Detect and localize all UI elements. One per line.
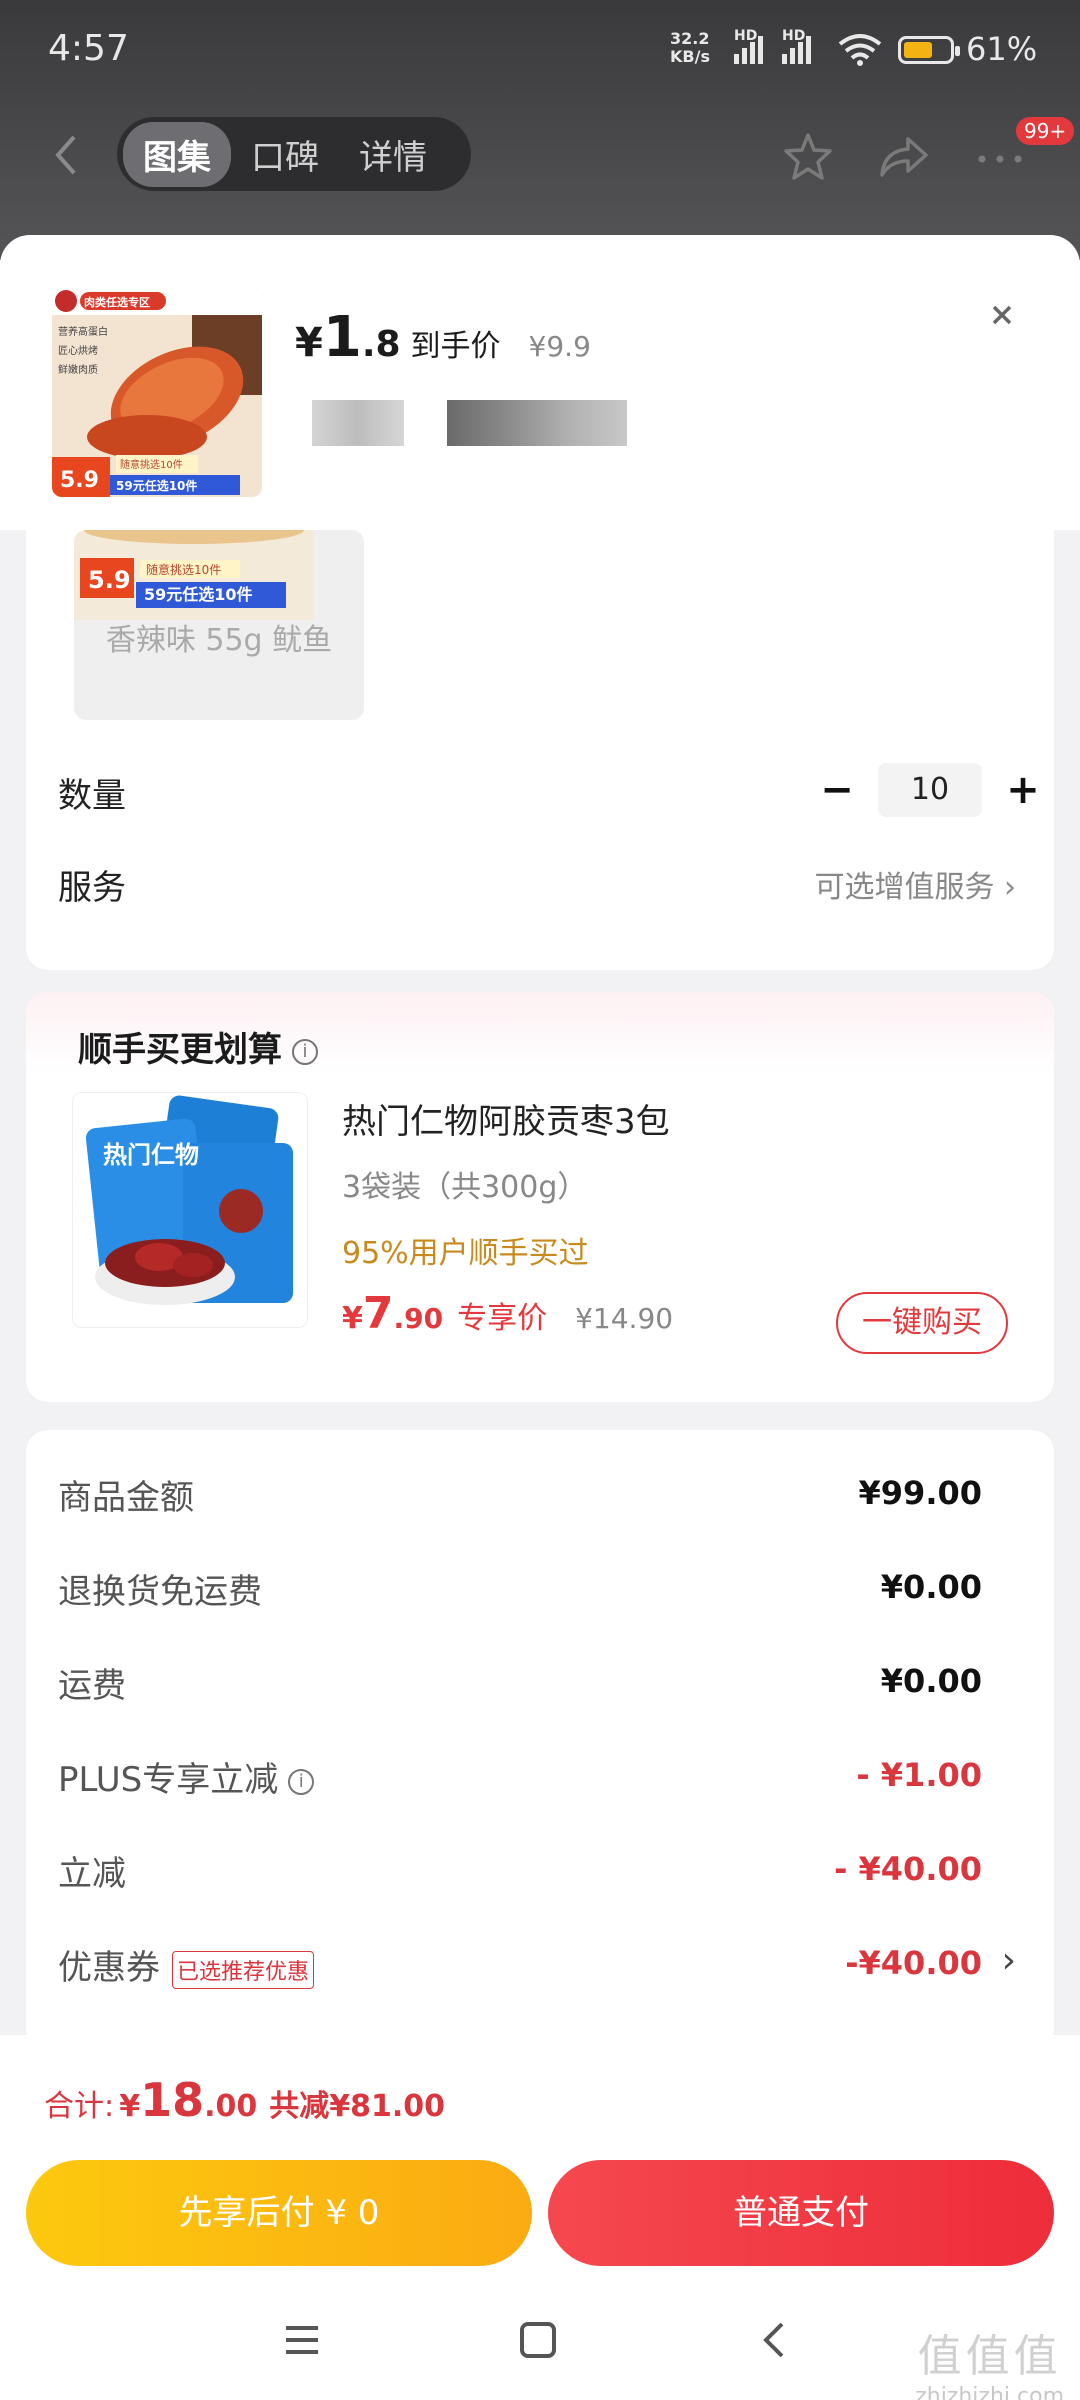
addon-product-image[interactable]: 热门仁物: [72, 1092, 308, 1328]
wifi-icon: [838, 34, 882, 66]
network-speed: 32.2 KB/s: [670, 29, 710, 66]
tab-reviews[interactable]: 口碑: [231, 122, 339, 187]
tab-details[interactable]: 详情: [339, 122, 447, 187]
back-icon[interactable]: [756, 2320, 796, 2360]
summary-row: 商品金额 ¥99.00: [58, 1474, 982, 1518]
close-icon[interactable]: [982, 295, 1022, 335]
addon-card: 顺手买更划算 i 热门仁物 热门仁物阿胶贡枣3包 3袋装（共300g） 95%用户…: [26, 992, 1054, 1402]
sku-header: 肉类任选专区 营养高蛋白 匠心烘烤 鲜嫩肉质 5.9 随意挑选10件 59元任选…: [0, 235, 1080, 530]
star-icon[interactable]: [780, 129, 836, 185]
product-image: 肉类任选专区 营养高蛋白 匠心烘烤 鲜嫩肉质 5.9 随意挑选10件 59元任选…: [52, 287, 262, 497]
spec-card: 5.9 随意挑选10件 59元任选10件 香辣味 55g 鱿鱼 数量 − 10 …: [26, 530, 1054, 970]
price-summary: 商品金额 ¥99.00 退换货免运费 ¥0.00 运费 ¥0.00 PLUS专享…: [26, 1430, 1054, 2035]
thumb-price: 5.9: [60, 468, 99, 493]
product-thumbnail: 肉类任选专区 营养高蛋白 匠心烘烤 鲜嫩肉质 5.9 随意挑选10件 59元任选…: [52, 287, 262, 497]
menu-icon[interactable]: [282, 2320, 322, 2360]
addon-social-proof: 95%用户顺手买过: [342, 1236, 589, 1271]
chevron-right-icon[interactable]: ›: [1002, 1940, 1016, 1981]
spec-chip-price: 5.9: [88, 566, 131, 594]
increment-button[interactable]: +: [998, 765, 1048, 815]
thumb-banner: 肉类任选专区: [84, 295, 150, 309]
addon-bag-text: 热门仁物: [103, 1141, 199, 1169]
summary-row: PLUS专享立减 i - ¥1.00: [58, 1756, 982, 1800]
product-nav-bar: 图集 口碑 详情 99+: [0, 115, 1080, 195]
addon-original-price: ¥14.90: [575, 1302, 674, 1335]
blurred-info: [312, 400, 404, 446]
checkout-sheet: 肉类任选专区 营养高蛋白 匠心烘烤 鲜嫩肉质 5.9 随意挑选10件 59元任选…: [0, 235, 1080, 2035]
quantity-label: 数量: [58, 776, 126, 816]
summary-row: 退换货免运费 ¥0.00: [58, 1568, 982, 1612]
quantity-input[interactable]: 10: [878, 763, 982, 817]
pay-later-button[interactable]: 先享后付 ¥ 0: [26, 2160, 532, 2266]
signal-icon-2: [782, 34, 811, 64]
thumb-promo: 59元任选10件: [116, 478, 197, 493]
summary-row: 立减 - ¥40.00: [58, 1850, 982, 1894]
battery-percent: 61%: [966, 30, 1038, 68]
thumb-point-2: 匠心烘烤: [58, 344, 98, 357]
coupon-tag: 已选推荐优惠: [172, 1950, 315, 1989]
spec-chip-promo: 59元任选10件: [144, 585, 253, 604]
spec-option[interactable]: 5.9 随意挑选10件 59元任选10件 香辣味 55g 鱿鱼: [74, 530, 364, 720]
spec-chip-promo-top: 随意挑选10件: [146, 562, 221, 577]
addon-image: 热门仁物: [73, 1093, 307, 1327]
spec-option-image: 5.9 随意挑选10件 59元任选10件: [74, 530, 314, 620]
addon-price: ¥7.90 专享价 ¥14.90: [342, 1288, 674, 1339]
info-icon[interactable]: i: [292, 1038, 318, 1065]
back-arrow-icon[interactable]: [48, 133, 88, 177]
service-label: 服务: [58, 868, 126, 908]
coupon-row[interactable]: 优惠券 已选推荐优惠 -¥40.00 ›: [26, 1940, 1054, 2000]
blurred-info: [447, 400, 627, 446]
final-price: ¥1.8 到手价 ¥9.9: [295, 305, 591, 370]
addon-package: 3袋装（共300g）: [342, 1170, 588, 1205]
clock: 4:57: [48, 28, 129, 69]
pay-button[interactable]: 普通支付: [548, 2160, 1054, 2266]
addon-product-name[interactable]: 热门仁物阿胶贡枣3包: [342, 1094, 670, 1143]
spec-option-label: 香辣味 55g 鱿鱼: [105, 623, 333, 658]
message-badge: 99+: [1016, 117, 1075, 145]
one-click-buy-button[interactable]: 一键购买: [836, 1292, 1008, 1354]
tab-gallery[interactable]: 图集: [123, 121, 231, 187]
thumb-promo-top: 随意挑选10件: [120, 458, 183, 471]
quantity-stepper: − 10 +: [812, 762, 1048, 818]
info-icon[interactable]: i: [288, 1768, 315, 1795]
thumb-point-1: 营养高蛋白: [58, 325, 108, 338]
order-total: 合计: ¥18.00 共减¥81.00: [44, 2073, 446, 2127]
status-bar: 4:57 32.2 KB/s HD HD 61%: [0, 0, 1080, 100]
service-selector[interactable]: 可选增值服务 ›: [814, 862, 1016, 906]
original-price: ¥9.9: [528, 330, 591, 363]
thumb-point-3: 鲜嫩肉质: [58, 363, 98, 376]
summary-row: 运费 ¥0.00: [58, 1662, 982, 1706]
total-reduction: 共减¥81.00: [269, 2089, 446, 2124]
share-icon[interactable]: [876, 129, 932, 185]
addon-section-title: 顺手买更划算 i: [78, 1022, 318, 1071]
battery-icon: [898, 36, 960, 64]
price-tag: 到手价: [410, 329, 501, 364]
decrement-button[interactable]: −: [812, 765, 862, 815]
signal-icon-1: [734, 34, 763, 64]
product-tabs: 图集 口碑 详情: [117, 117, 471, 191]
addon-price-tag: 专享价: [457, 1301, 548, 1336]
home-icon[interactable]: [518, 2320, 558, 2360]
watermark: 值值值 zhizhizhi.com: [915, 2331, 1064, 2400]
